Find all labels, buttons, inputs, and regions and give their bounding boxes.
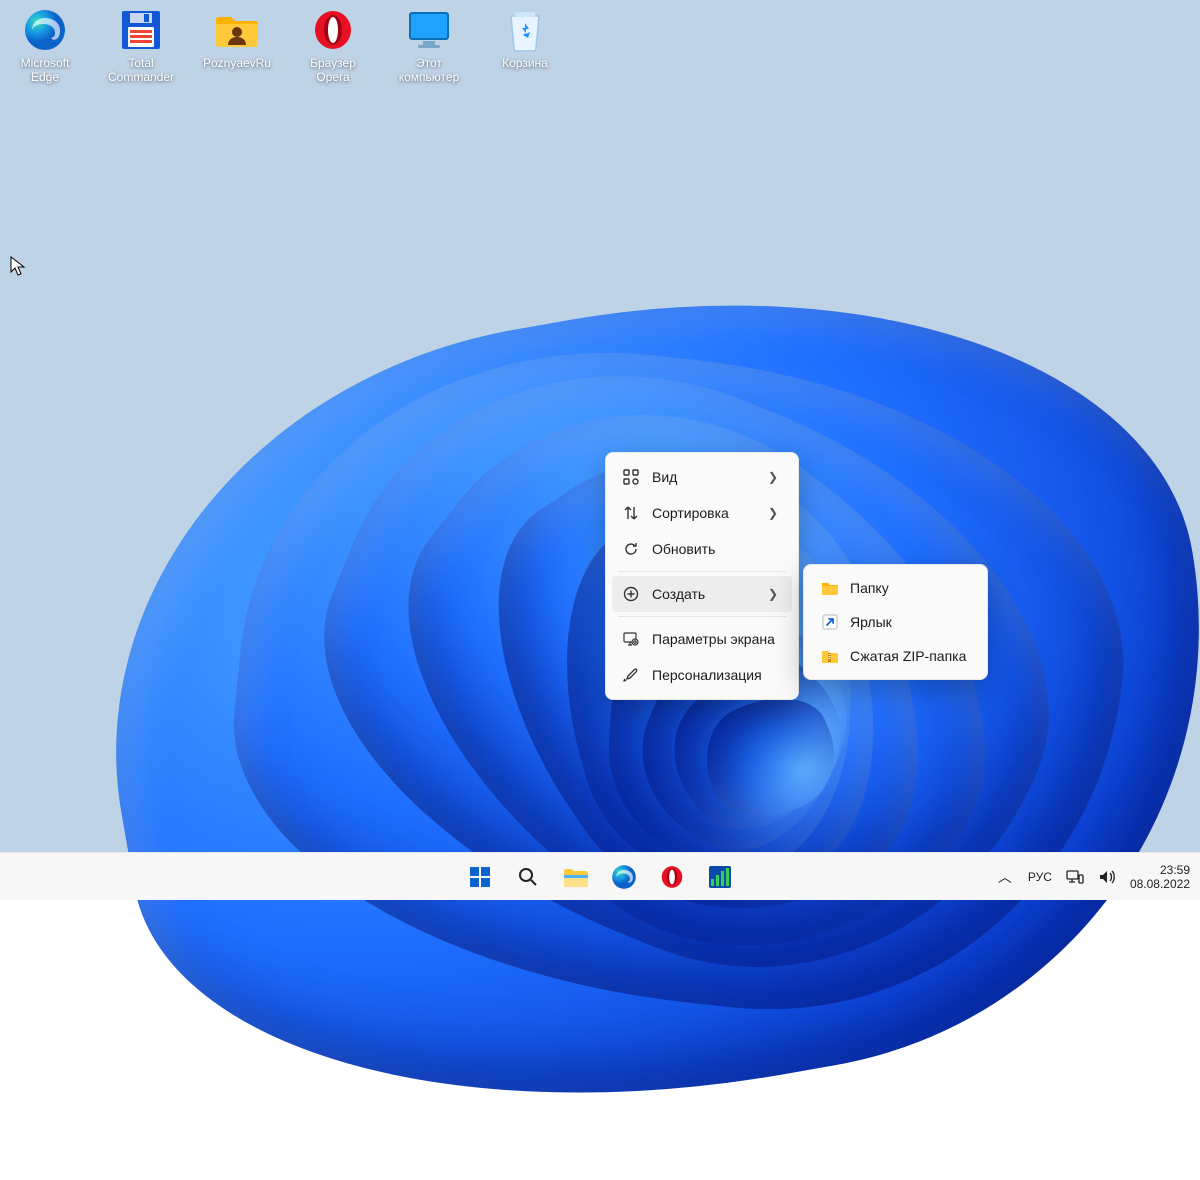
desktop-icon-label: Корзина xyxy=(502,56,548,70)
context-item-new[interactable]: Создать ❯ xyxy=(612,576,792,612)
context-item-label: Вид xyxy=(652,469,756,485)
task-manager-icon xyxy=(708,865,732,889)
desktop-icon-label: Microsoft Edge xyxy=(21,56,70,84)
chevron-right-icon: ❯ xyxy=(768,470,778,484)
desktop-icon-recycle-bin[interactable]: Корзина xyxy=(486,6,564,84)
desktop-icon-label: PoznyaevRu xyxy=(203,56,271,70)
desktop-wallpaper[interactable]: Microsoft Edge Total Commander PoznyaevR… xyxy=(0,0,1200,900)
context-item-personalize[interactable]: Персонализация xyxy=(612,657,792,693)
taskbar: ︿ РУС 23:59 08.08.2022 xyxy=(0,852,1200,900)
menu-separator xyxy=(618,571,786,572)
file-explorer-icon xyxy=(563,866,589,888)
system-tray: ︿ РУС 23:59 08.08.2022 xyxy=(996,863,1190,891)
tray-overflow[interactable]: ︿ xyxy=(996,868,1014,886)
plus-circle-icon xyxy=(622,585,640,603)
opera-icon xyxy=(660,865,684,889)
floppy-disk-icon xyxy=(117,6,165,54)
network-icon[interactable] xyxy=(1066,868,1084,886)
wallpaper-bloom xyxy=(0,60,1200,1160)
refresh-icon xyxy=(622,540,640,558)
submenu-item-label: Сжатая ZIP-папка xyxy=(850,648,967,664)
taskbar-monitor-app[interactable] xyxy=(699,857,741,897)
context-submenu-new: Папку Ярлык Сжатая ZIP-папка xyxy=(803,564,988,680)
opera-icon xyxy=(309,6,357,54)
taskbar-clock[interactable]: 23:59 08.08.2022 xyxy=(1130,863,1190,891)
edge-icon xyxy=(21,6,69,54)
context-item-view[interactable]: Вид ❯ xyxy=(612,459,792,495)
context-item-display-settings[interactable]: Параметры экрана xyxy=(612,621,792,657)
desktop-icon-label: Этот компьютер xyxy=(399,56,460,84)
taskbar-opera[interactable] xyxy=(651,857,693,897)
context-item-label: Обновить xyxy=(652,541,778,557)
submenu-item-folder[interactable]: Папку xyxy=(810,571,981,605)
taskbar-explorer[interactable] xyxy=(555,857,597,897)
submenu-item-label: Папку xyxy=(850,580,967,596)
clock-date: 08.08.2022 xyxy=(1130,877,1190,891)
desktop-icon-edge[interactable]: Microsoft Edge xyxy=(6,6,84,84)
chevron-right-icon: ❯ xyxy=(768,587,778,601)
context-item-label: Создать xyxy=(652,586,756,602)
desktop-icon-label: Total Commander xyxy=(108,56,174,84)
desktop-icon-total-commander[interactable]: Total Commander xyxy=(102,6,180,84)
monitor-icon xyxy=(405,6,453,54)
context-item-sort[interactable]: Сортировка ❯ xyxy=(612,495,792,531)
context-item-label: Параметры экрана xyxy=(652,631,778,647)
desktop-icon-label: Браузер Opera xyxy=(310,56,356,84)
sort-icon xyxy=(622,504,640,522)
chevron-right-icon: ❯ xyxy=(768,506,778,520)
windows-logo-icon xyxy=(468,865,492,889)
clock-time: 23:59 xyxy=(1130,863,1190,877)
desktop-icon-poznyaevru[interactable]: PoznyaevRu xyxy=(198,6,276,84)
folder-icon xyxy=(820,579,840,597)
submenu-item-shortcut[interactable]: Ярлык xyxy=(810,605,981,639)
tray-language[interactable]: РУС xyxy=(1028,870,1052,884)
desktop-icon-opera[interactable]: Браузер Opera xyxy=(294,6,372,84)
taskbar-edge[interactable] xyxy=(603,857,645,897)
context-item-refresh[interactable]: Обновить xyxy=(612,531,792,567)
start-button[interactable] xyxy=(459,857,501,897)
volume-icon[interactable] xyxy=(1098,868,1116,886)
edge-icon xyxy=(611,864,637,890)
search-icon xyxy=(517,866,539,888)
display-settings-icon xyxy=(622,630,640,648)
submenu-item-label: Ярлык xyxy=(850,614,967,630)
recycle-bin-icon xyxy=(501,6,549,54)
folder-user-icon xyxy=(213,6,261,54)
desktop-icon-this-pc[interactable]: Этот компьютер xyxy=(390,6,468,84)
brush-icon xyxy=(622,666,640,684)
taskbar-search[interactable] xyxy=(507,857,549,897)
context-item-label: Сортировка xyxy=(652,505,756,521)
view-icon xyxy=(622,468,640,486)
zip-folder-icon xyxy=(820,647,840,665)
menu-separator xyxy=(618,616,786,617)
submenu-item-zip[interactable]: Сжатая ZIP-папка xyxy=(810,639,981,673)
context-menu: Вид ❯ Сортировка ❯ Обновить Создать ❯ Па… xyxy=(605,452,799,700)
context-item-label: Персонализация xyxy=(652,667,778,683)
shortcut-icon xyxy=(820,613,840,631)
